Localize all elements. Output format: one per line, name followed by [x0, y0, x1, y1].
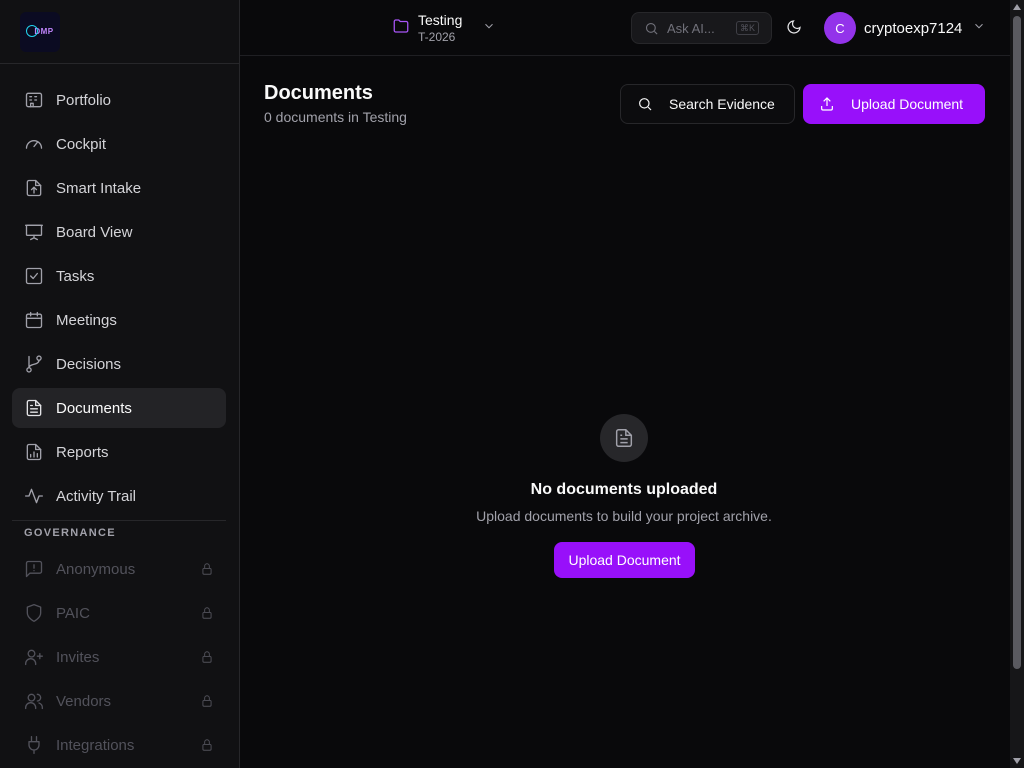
sidebar-item-label: Anonymous — [56, 560, 136, 578]
activity-icon — [24, 486, 44, 506]
sidebar: DMP Portfolio Cockpit Smart Intake Board… — [0, 0, 240, 768]
search-icon — [639, 98, 652, 111]
sidebar-item-label: Vendors — [56, 692, 112, 710]
presentation-icon — [24, 222, 44, 242]
project-name: Testing — [418, 12, 463, 28]
sidebar-item-label: Portfolio — [56, 91, 112, 109]
search-evidence-button[interactable]: Search Evidence — [620, 84, 795, 124]
shield-icon — [24, 603, 44, 623]
governance-heading: GOVERNANCE — [24, 527, 116, 539]
theme-toggle-button[interactable] — [786, 19, 804, 37]
keyboard-shortcut: ⌘K — [735, 21, 759, 35]
upload-icon — [821, 97, 833, 111]
chevron-down-icon — [972, 19, 986, 38]
sidebar-item-documents[interactable]: Documents — [12, 388, 226, 428]
scroll-up-arrow-icon[interactable] — [1013, 4, 1021, 10]
page-subtitle: 0 documents in Testing — [264, 109, 407, 125]
sidebar-item-label: Board View — [56, 223, 133, 241]
report-icon — [24, 442, 44, 462]
sidebar-item-smart-intake[interactable]: Smart Intake — [12, 168, 226, 208]
globe-icon — [26, 24, 38, 37]
sidebar-item-reports[interactable]: Reports — [12, 432, 226, 472]
moon-icon — [787, 20, 801, 34]
sidebar-item-activity-trail[interactable]: Activity Trail — [12, 476, 226, 516]
user-menu[interactable]: C cryptoexp7124 — [824, 12, 986, 44]
project-code: T-2026 — [418, 30, 456, 44]
scrollbar-thumb[interactable] — [1013, 16, 1021, 669]
lock-icon — [200, 694, 214, 708]
upload-document-button[interactable]: Upload Document — [803, 84, 985, 124]
username: cryptoexp7124 — [864, 19, 963, 37]
scrollbar[interactable] — [1010, 0, 1024, 768]
lock-icon — [200, 738, 214, 752]
sidebar-item-decisions[interactable]: Decisions — [12, 344, 226, 384]
search-icon — [645, 22, 658, 35]
empty-state-description: Upload documents to build your project a… — [476, 508, 772, 524]
logo-area: DMP — [0, 0, 239, 64]
app-logo[interactable]: DMP — [20, 11, 60, 52]
sidebar-item-label: PAIC — [56, 604, 90, 622]
user-plus-icon — [24, 647, 44, 667]
message-alert-icon — [24, 559, 44, 579]
sidebar-nav: Portfolio Cockpit Smart Intake Board Vie… — [0, 64, 239, 765]
empty-state-document-icon — [600, 414, 648, 462]
sidebar-item-label: Reports — [56, 443, 109, 461]
empty-state-upload-button[interactable]: Upload Document — [554, 542, 695, 578]
lock-icon — [200, 562, 214, 576]
plug-icon — [24, 735, 44, 755]
sidebar-item-label: Cockpit — [56, 135, 107, 153]
ask-ai-placeholder: Ask AI... — [667, 20, 715, 36]
top-header: Testing T-2026 Ask AI... ⌘K C cryptoexp7… — [240, 0, 1010, 56]
sidebar-item-invites[interactable]: Invites — [12, 637, 226, 677]
document-icon — [24, 398, 44, 418]
sidebar-item-label: Meetings — [56, 311, 117, 329]
scroll-down-arrow-icon[interactable] — [1013, 758, 1021, 764]
building-icon — [24, 90, 44, 110]
sidebar-item-integrations[interactable]: Integrations — [12, 725, 226, 765]
lock-icon — [200, 650, 214, 664]
empty-state-title: No documents uploaded — [530, 481, 718, 498]
sidebar-item-anonymous[interactable]: Anonymous — [12, 549, 226, 589]
sidebar-item-tasks[interactable]: Tasks — [12, 256, 226, 296]
lock-icon — [200, 606, 214, 620]
search-evidence-label: Search Evidence — [669, 96, 775, 112]
sidebar-item-label: Decisions — [56, 355, 122, 373]
sidebar-item-vendors[interactable]: Vendors — [12, 681, 226, 721]
sidebar-item-label: Smart Intake — [56, 179, 142, 197]
sidebar-item-label: Documents — [56, 399, 132, 417]
gauge-icon — [24, 134, 44, 154]
users-icon — [24, 691, 44, 711]
sidebar-item-paic[interactable]: PAIC — [12, 593, 226, 633]
project-switcher[interactable]: Testing T-2026 — [392, 10, 496, 46]
sidebar-item-label: Invites — [56, 648, 100, 666]
upload-document-label: Upload Document — [851, 96, 964, 112]
checkbox-icon — [24, 266, 44, 286]
sidebar-item-portfolio[interactable]: Portfolio — [12, 80, 226, 120]
chevron-down-icon — [482, 19, 496, 38]
ask-ai-input[interactable]: Ask AI... ⌘K — [631, 12, 772, 44]
sidebar-item-board-view[interactable]: Board View — [12, 212, 226, 252]
avatar: C — [824, 12, 856, 44]
sidebar-item-label: Integrations — [56, 736, 135, 754]
sidebar-item-cockpit[interactable]: Cockpit — [12, 124, 226, 164]
file-upload-icon — [24, 178, 44, 198]
folder-icon — [392, 17, 410, 40]
git-branch-icon — [24, 354, 44, 374]
page-title: Documents — [264, 82, 373, 104]
project-info: Testing T-2026 — [418, 11, 462, 45]
sidebar-item-meetings[interactable]: Meetings — [12, 300, 226, 340]
calendar-icon — [24, 310, 44, 330]
sidebar-item-label: Tasks — [56, 267, 95, 285]
sidebar-item-label: Activity Trail — [56, 487, 137, 505]
